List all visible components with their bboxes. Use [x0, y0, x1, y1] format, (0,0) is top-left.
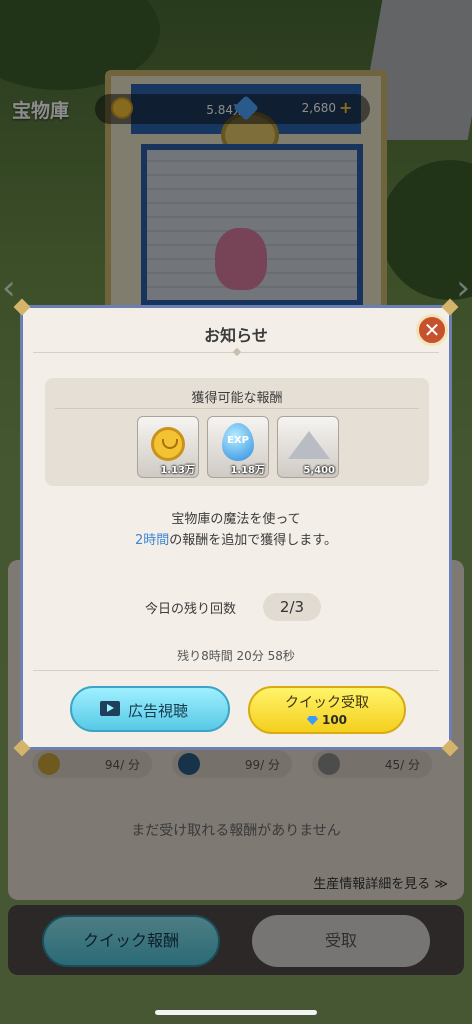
message-line-2: 2時間の報酬を追加で獲得します。: [23, 529, 449, 548]
quick-claim-label: クイック受取: [285, 695, 369, 711]
coin-icon: [151, 427, 185, 461]
reward-item-exp[interactable]: EXP 1.18万: [207, 416, 269, 478]
message-line-2-rest: の報酬を追加で獲得します。: [169, 533, 337, 548]
highlight-duration: 2時間: [135, 533, 170, 548]
divider: [33, 670, 439, 671]
ore-icon: [288, 431, 330, 459]
divider-ornament: [232, 347, 242, 357]
reward-value: 5,400: [303, 465, 335, 476]
tv-icon: [100, 701, 120, 716]
notice-dialog: お知らせ ✕ 獲得可能な報酬 1.13万 EXP 1.18万 5,400 宝物庫…: [13, 298, 459, 757]
daily-count-label: 今日の残り回数: [145, 602, 237, 617]
quick-claim-button[interactable]: クイック受取 100: [248, 686, 406, 734]
watch-ad-label: 広告視聴: [128, 702, 189, 720]
reward-item-ore[interactable]: 5,400: [277, 416, 339, 478]
message-line-1: 宝物庫の魔法を使って: [171, 512, 301, 527]
reward-value: 1.18万: [230, 465, 265, 476]
exp-icon: EXP: [222, 423, 254, 461]
daily-count-value: 2/3: [263, 593, 321, 621]
home-indicator[interactable]: [155, 1010, 317, 1015]
close-button[interactable]: ✕: [416, 314, 448, 346]
watch-ad-button[interactable]: 広告視聴: [70, 686, 230, 732]
remaining-time: 残り8時間 20分 58秒: [177, 649, 295, 663]
reward-value: 1.13万: [160, 465, 195, 476]
reward-section: 獲得可能な報酬 1.13万 EXP 1.18万 5,400: [45, 378, 429, 486]
quick-claim-cost: 100: [250, 713, 404, 727]
reward-item-coin[interactable]: 1.13万: [137, 416, 199, 478]
reward-section-title: 獲得可能な報酬: [191, 391, 283, 406]
divider: [55, 408, 419, 409]
dialog-title: お知らせ: [204, 326, 268, 345]
cost-value: 100: [321, 713, 348, 727]
gem-icon: [306, 716, 318, 725]
reward-list: 1.13万 EXP 1.18万 5,400: [137, 416, 341, 478]
